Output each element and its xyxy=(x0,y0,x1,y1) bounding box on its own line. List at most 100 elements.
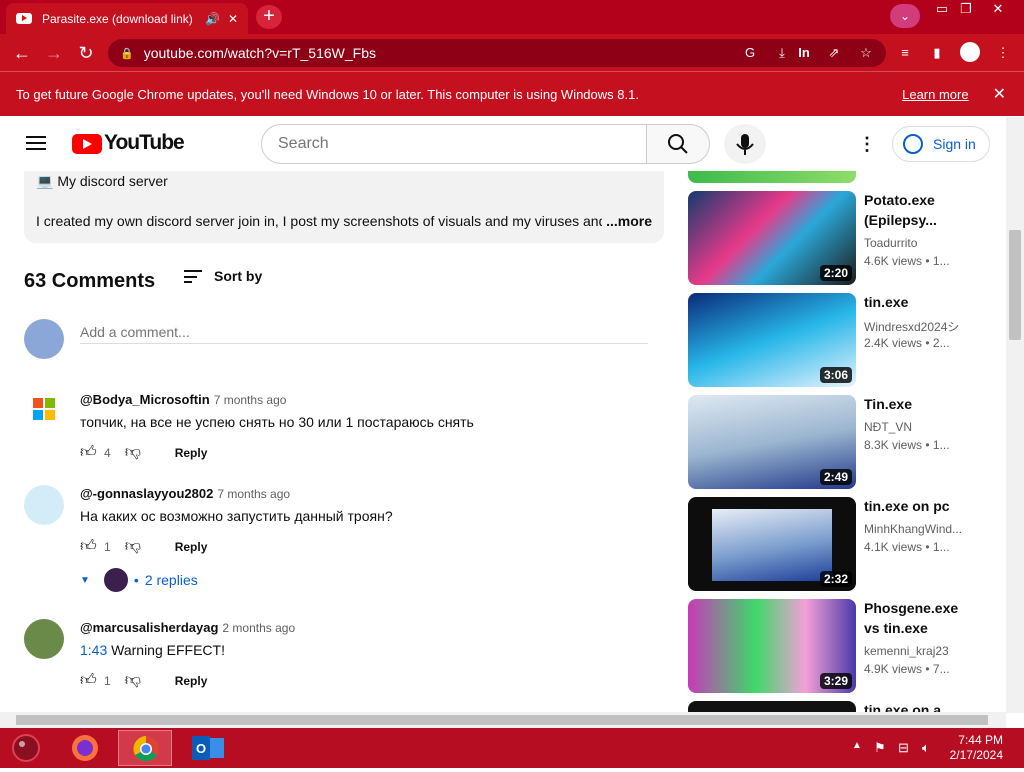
learn-more-link[interactable]: Learn more xyxy=(902,87,968,102)
youtube-logo-text[interactable]: YouTube xyxy=(104,131,185,155)
reload-button[interactable]: ↻ xyxy=(74,41,98,65)
forward-button[interactable]: → xyxy=(42,41,66,65)
share-icon[interactable]: ⇗ xyxy=(825,44,843,62)
video-description[interactable]: 💻 My discord server I created my own dis… xyxy=(24,171,664,243)
install-icon[interactable]: ⤓ xyxy=(773,44,791,62)
hamburger-menu-icon[interactable] xyxy=(26,136,46,150)
comment-author[interactable]: @-gonnaslayyou2802 7 months ago xyxy=(80,486,290,501)
caret-down-icon: ▼ xyxy=(80,574,90,586)
video-thumbnail[interactable]: 3:06 xyxy=(688,293,856,387)
dislike-icon[interactable]: 👎︎ xyxy=(125,538,145,556)
youtube-logo-icon[interactable] xyxy=(72,134,102,154)
firefox-taskbar-button[interactable] xyxy=(58,730,112,766)
taskbar-clock[interactable]: 7:44 PM 2/17/2024 xyxy=(945,733,1003,763)
video-title[interactable]: Tin.exe xyxy=(864,394,968,414)
timestamp-link[interactable]: 1:43 xyxy=(80,642,107,658)
video-channel[interactable]: kemenni_kraj23 xyxy=(864,644,964,658)
reply-avatar xyxy=(103,568,128,592)
horizontal-scroll-thumb[interactable] xyxy=(16,715,988,725)
video-meta: 4.6K views • 1... xyxy=(864,254,950,268)
extension-in-icon[interactable]: In xyxy=(795,44,813,62)
reply-button[interactable]: Reply xyxy=(175,674,208,688)
video-duration: 2:32 xyxy=(819,571,852,587)
comment-time[interactable]: 7 months ago xyxy=(214,393,287,407)
video-channel[interactable]: Toadurrito xyxy=(864,236,964,250)
comment-avatar[interactable] xyxy=(24,390,64,430)
comment-actions: 👍︎ 1 👎︎ Reply xyxy=(80,672,207,690)
google-icon[interactable]: G xyxy=(741,44,759,62)
search-input[interactable] xyxy=(261,124,647,164)
comment-avatar[interactable] xyxy=(24,485,64,525)
start-button[interactable] xyxy=(2,730,56,766)
outlook-taskbar-button[interactable]: O xyxy=(180,730,234,766)
video-duration: 3:06 xyxy=(819,367,852,383)
chrome-menu-icon[interactable]: ⋮ xyxy=(994,44,1012,62)
profile-avatar-icon[interactable] xyxy=(960,42,980,62)
volume-icon[interactable]: 🔈︎ xyxy=(922,740,930,756)
comment-text: топчик, на все не успею снять но 30 или … xyxy=(80,414,474,430)
more-link[interactable]: ...more xyxy=(602,213,652,229)
show-hidden-icons[interactable]: ▲ xyxy=(852,740,862,751)
address-bar[interactable]: 🔒 youtube.com/watch?v=rT_516W_Fbs xyxy=(108,39,886,67)
video-channel[interactable]: MinhKhangWind... xyxy=(864,522,964,536)
video-thumbnail[interactable]: 2:20 xyxy=(688,191,856,285)
voice-search-button[interactable] xyxy=(724,124,766,164)
add-comment-input[interactable] xyxy=(80,320,648,344)
search-icon xyxy=(668,134,688,154)
action-center-icon[interactable]: ⚑ xyxy=(874,740,886,756)
sort-by-button[interactable]: Sort by xyxy=(184,268,262,284)
video-thumbnail[interactable] xyxy=(688,701,856,712)
video-meta: 4.9K views • 7... xyxy=(864,662,950,676)
video-title[interactable]: tin.exe on pc xyxy=(864,496,968,516)
comment-text: На каких ос возможно запустить данный тр… xyxy=(80,508,393,524)
dislike-icon[interactable]: 👎︎ xyxy=(125,444,145,462)
replies-toggle[interactable]: ▼ • 2 replies xyxy=(80,568,198,592)
comment-time[interactable]: 2 months ago xyxy=(222,621,295,635)
search-button[interactable] xyxy=(646,124,710,164)
bookmark-star-icon[interactable]: ☆ xyxy=(857,44,875,62)
browser-tab[interactable]: Parasite.exe (download link) 🔊 ✕ xyxy=(6,3,248,34)
video-thumbnail[interactable] xyxy=(688,171,856,183)
media-controls-icon[interactable]: ≡ xyxy=(896,44,914,62)
video-thumbnail[interactable]: 2:32 xyxy=(688,497,856,591)
video-title[interactable]: Phosgene.exe vs tin.exe xyxy=(864,598,968,638)
like-icon[interactable]: 👍︎ xyxy=(80,444,100,462)
tab-search-button[interactable]: ⌄ xyxy=(890,4,920,28)
settings-menu-icon[interactable]: ⋮ xyxy=(858,134,876,155)
side-panel-icon[interactable]: ▮ xyxy=(928,44,946,62)
vertical-scroll-thumb[interactable] xyxy=(1009,230,1021,340)
dislike-icon[interactable]: 👎︎ xyxy=(125,672,145,690)
like-icon[interactable]: 👍︎ xyxy=(80,538,100,556)
video-title[interactable]: tin.exe on a xyxy=(864,700,968,712)
video-title[interactable]: tin.exe xyxy=(864,292,968,312)
video-channel[interactable]: Windresxd2024シ xyxy=(864,318,964,335)
sign-in-button[interactable]: Sign in xyxy=(892,126,990,162)
chrome-icon xyxy=(133,736,159,762)
video-channel[interactable]: NĐT_VN xyxy=(864,420,964,434)
reply-button[interactable]: Reply xyxy=(175,446,208,460)
comments-count: 63 Comments xyxy=(24,270,156,292)
video-thumbnail[interactable]: 2:49 xyxy=(688,395,856,489)
vertical-scrollbar[interactable] xyxy=(1006,117,1024,713)
clock-time: 7:44 PM xyxy=(958,733,1003,747)
comment-author[interactable]: @marcusalisherdayag 2 months ago xyxy=(80,620,295,635)
comment-author[interactable]: @Bodya_Microsoftin 7 months ago xyxy=(80,392,286,407)
network-icon[interactable]: ⊟ xyxy=(898,740,909,756)
reply-button[interactable]: Reply xyxy=(175,540,208,554)
new-tab-button[interactable]: + xyxy=(256,5,282,29)
replies-label: 2 replies xyxy=(144,572,198,588)
comment-avatar[interactable] xyxy=(24,619,64,659)
infobar-close-icon[interactable]: ✕ xyxy=(993,84,1006,104)
video-title[interactable]: Potato.exe (Epilepsy... xyxy=(864,190,968,230)
tab-close-icon[interactable]: ✕ xyxy=(228,12,238,26)
back-button[interactable]: ← xyxy=(10,41,34,65)
video-thumbnail[interactable]: 3:29 xyxy=(688,599,856,693)
speaker-icon[interactable]: 🔊 xyxy=(205,12,220,26)
window-close-button[interactable]: ✕ xyxy=(982,0,1014,20)
like-icon[interactable]: 👍︎ xyxy=(80,672,100,690)
start-orb-icon xyxy=(12,734,40,762)
comment-time[interactable]: 7 months ago xyxy=(217,487,290,501)
chrome-taskbar-button[interactable] xyxy=(118,730,172,766)
outlook-icon: O xyxy=(192,736,224,760)
restore-button[interactable]: ❐ xyxy=(950,0,982,20)
